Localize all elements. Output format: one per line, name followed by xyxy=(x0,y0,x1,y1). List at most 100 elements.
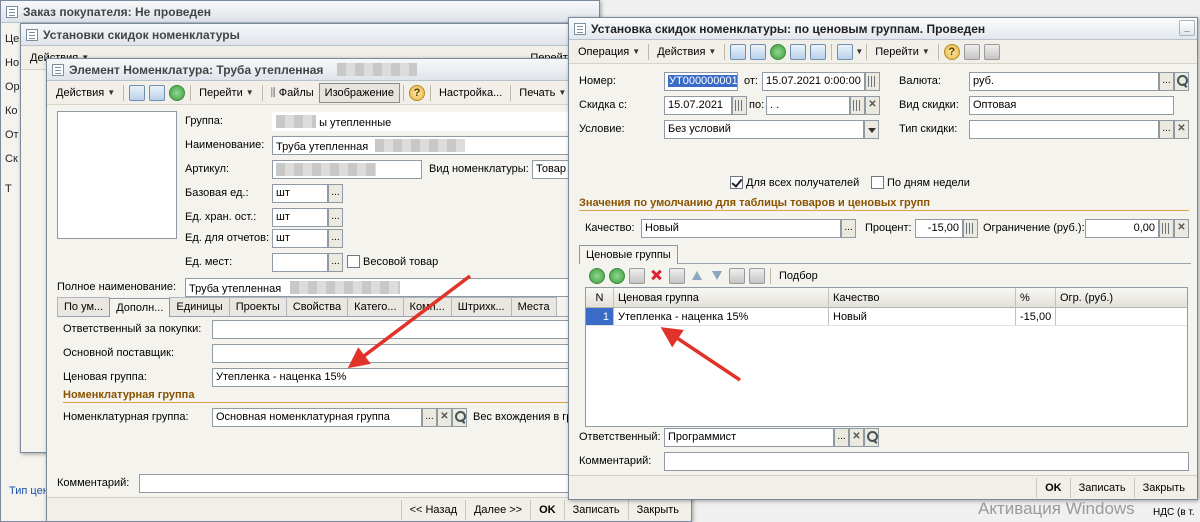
order-window-titlebar[interactable]: Заказ покупателя: Не проведен xyxy=(1,1,599,23)
responsible-clear-button[interactable]: ✕ xyxy=(849,428,864,447)
currency-select-button[interactable]: ... xyxy=(1159,72,1174,91)
base-unit-field[interactable]: шт xyxy=(272,184,328,203)
col-limit[interactable]: Огр. (руб.) xyxy=(1056,288,1187,307)
tab-components[interactable]: Комп... xyxy=(402,297,452,316)
calendar-icon[interactable] xyxy=(732,96,747,115)
calculator-icon[interactable] xyxy=(963,219,978,238)
tab-categories[interactable]: Катего... xyxy=(347,297,404,316)
condition-dropdown-icon[interactable] xyxy=(864,120,879,139)
discount-type-select-button[interactable]: ... xyxy=(1159,120,1174,139)
storage-unit-field[interactable]: шт xyxy=(272,208,328,227)
operation-menu[interactable]: Операция ▼ xyxy=(573,42,645,62)
move-down-icon[interactable] xyxy=(709,268,725,284)
ok-button[interactable]: OK xyxy=(530,499,564,520)
clear-date-icon[interactable]: ✕ xyxy=(865,96,880,115)
item-image-frame[interactable] xyxy=(57,111,177,239)
structure-icon[interactable] xyxy=(963,43,980,60)
col-n[interactable]: N xyxy=(586,288,614,307)
tab-units[interactable]: Единицы xyxy=(169,297,230,316)
calculator-icon[interactable] xyxy=(1159,219,1174,238)
add-row-icon[interactable] xyxy=(589,268,605,284)
number-field[interactable]: УТ000000001 xyxy=(664,72,738,91)
all-recipients-checkbox[interactable] xyxy=(730,176,743,189)
responsible-field[interactable]: Программист xyxy=(664,428,834,447)
supplier-field[interactable] xyxy=(212,344,603,363)
discount-window-titlebar[interactable]: Установка скидок номенклатуры: по ценовы… xyxy=(569,18,1197,40)
article-field[interactable] xyxy=(272,160,422,179)
unpost-document-icon[interactable] xyxy=(810,43,827,60)
table-row[interactable]: 1 Утепленка - наценка 15% Новый -15,00 xyxy=(586,308,1187,326)
refresh-icon[interactable] xyxy=(169,84,186,101)
minimize-icon[interactable]: _ xyxy=(1179,20,1195,36)
tab-places[interactable]: Места xyxy=(510,297,557,316)
tab-properties[interactable]: Свойства xyxy=(285,297,349,316)
buyer-field[interactable] xyxy=(212,320,603,339)
tab-defaults[interactable]: По ум... xyxy=(57,297,111,316)
nom-group-field[interactable]: Основная номенклатурная группа xyxy=(212,408,422,427)
weight-checkbox[interactable] xyxy=(347,255,360,268)
price-group-field[interactable]: Утепленка - наценка 15% xyxy=(212,368,603,387)
next-button[interactable]: Далее >> xyxy=(464,499,530,520)
post-document-icon[interactable] xyxy=(790,43,807,60)
quality-select-button[interactable]: ... xyxy=(841,219,856,238)
report-unit-field[interactable]: шт xyxy=(272,229,328,248)
files-button[interactable]: ⫼ Файлы xyxy=(266,83,319,103)
limit-clear-button[interactable]: ✕ xyxy=(1174,219,1189,238)
order-bottom-link[interactable]: Тип цен xyxy=(9,485,49,497)
settings-button[interactable]: Настройка... xyxy=(434,83,507,103)
cell-percent[interactable]: -15,00 xyxy=(1016,308,1056,325)
ok-button[interactable]: OK xyxy=(1036,477,1070,498)
refresh-icon[interactable] xyxy=(770,43,787,60)
copy-row-icon[interactable] xyxy=(609,268,625,284)
name-field[interactable]: Труба утепленная xyxy=(272,136,602,155)
close-button[interactable]: Закрыть xyxy=(1133,477,1193,498)
responsible-search-icon[interactable] xyxy=(864,428,879,447)
goto-menu[interactable]: Перейти ▼ xyxy=(870,42,935,62)
weight-checkbox-wrap[interactable]: Весовой товар xyxy=(347,255,438,268)
save-button[interactable]: Записать xyxy=(563,499,628,520)
help-icon[interactable]: ? xyxy=(943,43,960,60)
end-edit-icon[interactable] xyxy=(669,268,685,284)
storage-unit-select-button[interactable]: ... xyxy=(328,208,343,227)
nom-group-clear-button[interactable]: ✕ xyxy=(437,408,452,427)
sort-asc-icon[interactable] xyxy=(729,268,745,284)
base-unit-select-button[interactable]: ... xyxy=(328,184,343,203)
back-button[interactable]: << Назад xyxy=(400,499,465,520)
cell-quality[interactable]: Новый xyxy=(829,308,1016,325)
help-icon[interactable]: ? xyxy=(408,84,425,101)
save-icon[interactable] xyxy=(149,84,166,101)
goto-menu[interactable]: Перейти ▼ xyxy=(194,83,259,103)
full-name-field[interactable]: Труба утепленная xyxy=(185,278,602,297)
nom-group-search-icon[interactable] xyxy=(452,408,467,427)
based-on-icon[interactable] xyxy=(837,43,854,60)
delete-row-icon[interactable] xyxy=(649,268,665,284)
cell-price-group[interactable]: Утепленка - наценка 15% xyxy=(614,308,829,325)
comment-field[interactable] xyxy=(664,452,1189,471)
discount-type-field[interactable] xyxy=(969,120,1159,139)
condition-field[interactable]: Без условий xyxy=(664,120,864,139)
save-icon[interactable] xyxy=(750,43,767,60)
close-button[interactable]: Закрыть xyxy=(627,499,687,520)
list-settings-icon[interactable] xyxy=(983,43,1000,60)
image-button[interactable]: Изображение xyxy=(318,82,400,103)
by-weekdays-checkbox[interactable] xyxy=(871,176,884,189)
save-close-icon[interactable] xyxy=(129,84,146,101)
comment-field[interactable] xyxy=(139,474,603,493)
limit-field[interactable]: 0,00 xyxy=(1085,219,1159,238)
all-recipients-wrap[interactable]: Для всех получателей xyxy=(730,176,859,189)
col-price-group[interactable]: Ценовая группа xyxy=(614,288,829,307)
save-button[interactable]: Записать xyxy=(1069,477,1134,498)
discount-from-field[interactable]: 15.07.2021 xyxy=(664,96,732,115)
actions-menu[interactable]: Действия▼ xyxy=(652,42,721,62)
place-unit-select-button[interactable]: ... xyxy=(328,253,343,272)
tab-price-groups[interactable]: Ценовые группы xyxy=(579,245,678,264)
chevron-down-icon[interactable]: ▼ xyxy=(855,47,863,56)
sort-desc-icon[interactable] xyxy=(749,268,765,284)
calendar-icon[interactable] xyxy=(865,72,880,91)
tab-additional[interactable]: Дополн... xyxy=(109,298,171,317)
print-menu[interactable]: Печать ▼ xyxy=(514,83,571,103)
percent-field[interactable]: -15,00 xyxy=(915,219,963,238)
quality-field[interactable]: Новый xyxy=(641,219,841,238)
pick-button[interactable]: Подбор xyxy=(774,266,823,286)
col-percent[interactable]: % xyxy=(1016,288,1056,307)
